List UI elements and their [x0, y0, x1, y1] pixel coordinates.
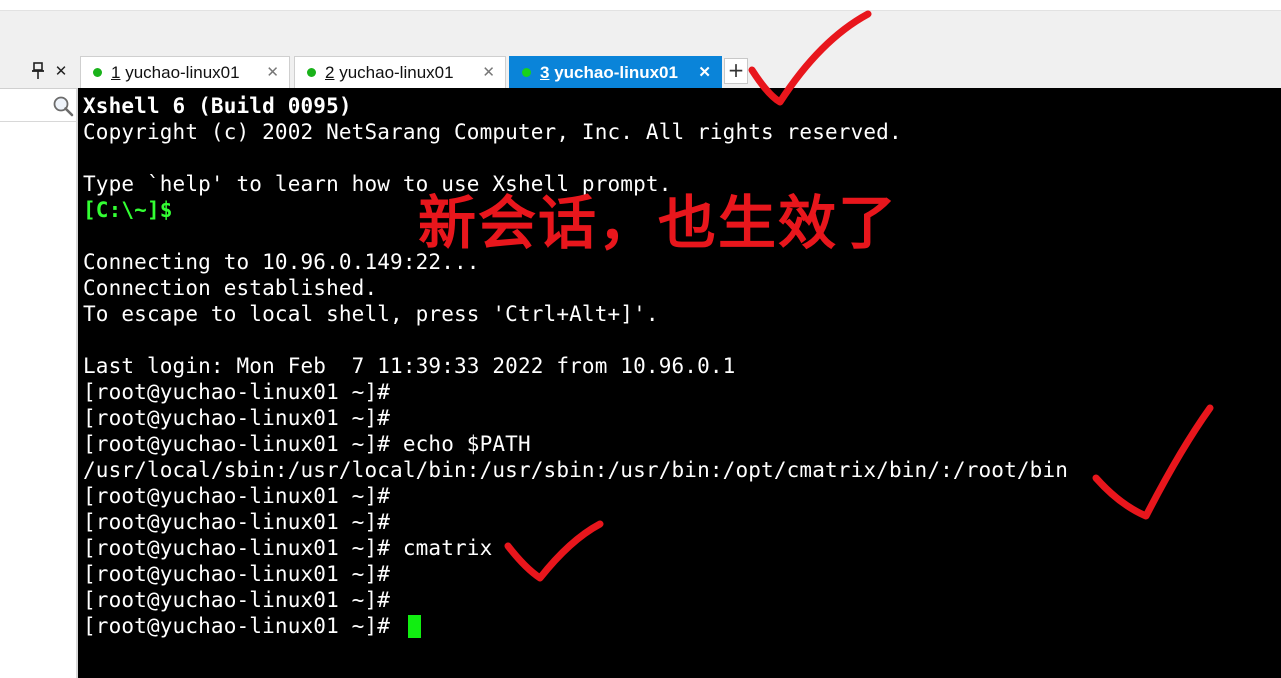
terminal-line: Last login: Mon Feb 7 11:39:33 2022 from…: [83, 354, 736, 378]
tab-label: 3 yuchao-linux01: [540, 63, 678, 82]
terminal-line: [root@yuchao-linux01 ~]# cmatrix: [83, 536, 493, 560]
add-tab-button[interactable]: +: [724, 58, 748, 84]
terminal-line: /usr/local/sbin:/usr/local/bin:/usr/sbin…: [83, 458, 1069, 482]
terminal-line: [root@yuchao-linux01 ~]#: [83, 484, 391, 508]
tab-label: 1 yuchao-linux01: [111, 63, 240, 82]
tab-close-icon[interactable]: ✕: [698, 63, 711, 81]
terminal-line: [root@yuchao-linux01 ~]#: [83, 562, 391, 586]
window-top-edge: [0, 0, 1281, 10]
annotation-text: 新会话，也生效了: [418, 189, 899, 257]
terminal-line: [root@yuchao-linux01 ~]#: [83, 380, 391, 404]
terminal-line: [root@yuchao-linux01 ~]#: [83, 510, 391, 534]
terminal-line: [root@yuchao-linux01 ~]#: [83, 588, 391, 612]
local-prompt: [C:\~]$: [83, 198, 173, 222]
session-panel: [0, 89, 78, 678]
terminal-line: Copyright (c) 2002 NetSarang Computer, I…: [83, 120, 902, 144]
session-panel-header: ✕: [0, 56, 78, 89]
pin-icon[interactable]: [30, 62, 46, 80]
terminal-line: [root@yuchao-linux01 ~]#: [83, 614, 391, 638]
terminal-line: Xshell 6 (Build 0095): [83, 94, 352, 118]
tab-session-2[interactable]: 2 yuchao-linux01 ✕: [294, 56, 506, 88]
terminal-line: [root@yuchao-linux01 ~]# echo $PATH: [83, 432, 531, 456]
terminal-line: Connection established.: [83, 276, 378, 300]
tab-close-icon[interactable]: ✕: [266, 63, 279, 81]
session-search-box[interactable]: [0, 89, 76, 122]
terminal-line: To escape to local shell, press 'Ctrl+Al…: [83, 302, 659, 326]
tab-session-1[interactable]: 1 yuchao-linux01 ✕: [80, 56, 290, 88]
terminal-line: [root@yuchao-linux01 ~]#: [83, 406, 391, 430]
terminal-cursor: [408, 615, 421, 638]
session-status-dot: [307, 68, 316, 77]
tab-label: 2 yuchao-linux01: [325, 63, 454, 82]
search-icon[interactable]: [52, 95, 74, 117]
panel-close-icon[interactable]: ✕: [52, 62, 70, 80]
tab-close-icon[interactable]: ✕: [482, 63, 495, 81]
session-status-dot: [522, 68, 531, 77]
tab-session-3[interactable]: 3 yuchao-linux01 ✕: [509, 56, 722, 88]
session-status-dot: [93, 68, 102, 77]
